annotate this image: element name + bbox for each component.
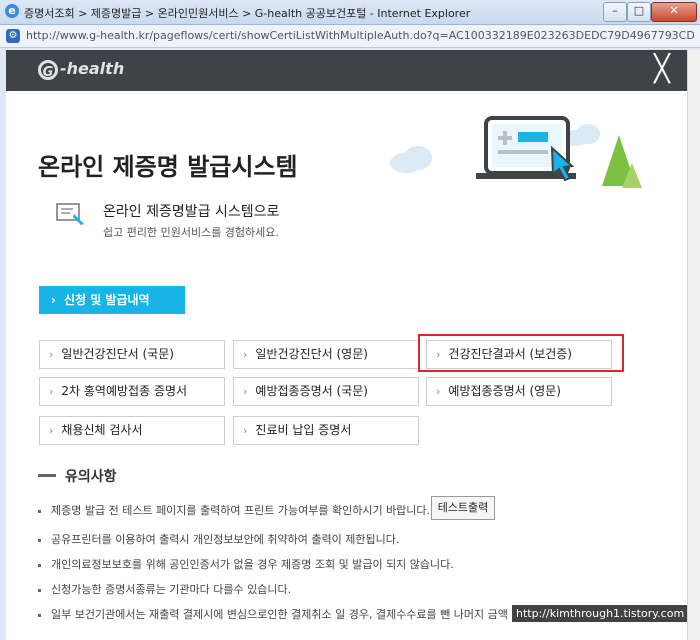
site-icon: ⚙ <box>6 29 20 43</box>
notice-text: 신청가능한 증명서종류는 기관마다 다를수 있습니다. <box>51 583 292 596</box>
cert-employment-physical[interactable]: › 채용신체 검사서 <box>39 416 225 445</box>
g-health-logo: G -health <box>38 59 124 80</box>
chevron-right-icon: › <box>49 385 54 398</box>
bullet-icon <box>38 509 41 513</box>
notice-text: 공유프린터를 이용하여 출력시 개인정보보안에 취약하여 출력이 제한됩니다. <box>51 533 400 546</box>
bullet-icon <box>38 588 41 592</box>
notice-item: 일부 보건기관에서는 재출력 결제시에 변심으로인한 결제취소 일 경우, 결제… <box>38 606 508 622</box>
cert-label: 예방접종증명서 (영문) <box>448 384 561 398</box>
notice-item: 개인의료정보보호를 위해 공인인증서가 없을 경우 제증명 조회 및 발급이 되… <box>38 556 454 572</box>
cert-general-health-korean[interactable]: › 일반건강진단서 (국문) <box>39 340 225 369</box>
window-titlebar: e 증명서조회 > 제증명발급 > 온라인민원서비스 > G-health 공공… <box>0 0 700 25</box>
watermark: http://kimthrough1.tistory.com <box>512 605 687 622</box>
close-window-button[interactable]: ✕ <box>651 2 697 22</box>
logo-text: -health <box>60 59 125 78</box>
chevron-right-icon: › <box>243 424 248 437</box>
notice-title: 유의사항 <box>65 469 117 485</box>
popup-header: G -health ╳ <box>6 50 687 91</box>
notice-text: 제증명 발급 전 테스트 페이지를 출력하여 프린트 가능여부를 확인하시기 바… <box>51 504 431 517</box>
cert-label: 진료비 납입 증명서 <box>255 423 352 437</box>
cert-vaccination-korean[interactable]: › 예방접종증명서 (국문) <box>233 377 419 406</box>
hero-illustration <box>390 116 642 188</box>
cert-label: 일반건강진단서 (국문) <box>61 347 174 361</box>
minimize-button[interactable]: – <box>603 2 627 22</box>
apply-history-button[interactable]: › 신청 및 발급내역 <box>39 286 185 314</box>
chevron-right-icon: › <box>49 348 54 361</box>
apply-chevron-icon: › <box>51 293 56 307</box>
window-title: 증명서조회 > 제증명발급 > 온라인민원서비스 > G-health 공공보건… <box>24 7 471 20</box>
certificate-popup: G -health ╳ 온라인 제증명 발급시스템 온라인 제증명발급 시스템으로… <box>6 50 687 640</box>
cert-label: 2차 홍역예방접종 증명서 <box>61 384 188 398</box>
bullet-icon <box>38 563 41 567</box>
address-url[interactable]: http://www.g-health.kr/pageflows/certi/s… <box>26 29 694 42</box>
cert-label: 예방접종증명서 (국문) <box>255 384 368 398</box>
notice-dash-icon <box>38 474 56 477</box>
chevron-right-icon: › <box>243 348 248 361</box>
chevron-right-icon: › <box>243 385 248 398</box>
hero-subtitle: 온라인 제증명발급 시스템으로 <box>103 204 280 220</box>
maximize-button[interactable]: □ <box>627 2 651 22</box>
address-bar[interactable]: ⚙ http://www.g-health.kr/pageflows/certi… <box>0 25 700 48</box>
cert-vaccination-english[interactable]: › 예방접종증명서 (영문) <box>426 377 612 406</box>
cert-label: 일반건강진단서 (영문) <box>255 347 368 361</box>
apply-history-label: 신청 및 발급내역 <box>63 293 150 307</box>
cert-medical-payment[interactable]: › 진료비 납입 증명서 <box>233 416 419 445</box>
chevron-right-icon: › <box>436 385 441 398</box>
selection-highlight <box>418 334 624 372</box>
ie-logo-icon: e <box>5 4 19 18</box>
notice-text: 일부 보건기관에서는 재출력 결제시에 변심으로인한 결제취소 일 경우, 결제… <box>51 608 508 621</box>
chevron-right-icon: › <box>49 424 54 437</box>
notice-text: 개인의료정보보호를 위해 공인인증서가 없을 경우 제증명 조회 및 발급이 되… <box>51 558 454 571</box>
popup-close-icon[interactable]: ╳ <box>651 56 673 82</box>
notice-item: 공유프린터를 이용하여 출력시 개인정보보안에 취약하여 출력이 제한됩니다. <box>38 531 399 547</box>
vertical-scrollbar[interactable] <box>687 50 700 640</box>
bullet-icon <box>38 613 41 617</box>
cert-general-health-english[interactable]: › 일반건강진단서 (영문) <box>233 340 419 369</box>
document-icon <box>56 203 84 225</box>
notice-item: 신청가능한 증명서종류는 기관마다 다를수 있습니다. <box>38 581 291 597</box>
cert-measles-vaccination[interactable]: › 2차 홍역예방접종 증명서 <box>39 377 225 406</box>
hero-description: 쉽고 편리한 민원서비스를 경험하세요. <box>103 226 279 239</box>
test-print-button[interactable]: 테스트출력 <box>431 496 495 520</box>
bullet-icon <box>38 538 41 542</box>
cert-label: 채용신체 검사서 <box>61 423 143 437</box>
page-title: 온라인 제증명 발급시스템 <box>38 153 298 181</box>
notice-item: 제증명 발급 전 테스트 페이지를 출력하여 프린트 가능여부를 확인하시기 바… <box>38 502 430 518</box>
logo-mark: G <box>38 59 58 80</box>
